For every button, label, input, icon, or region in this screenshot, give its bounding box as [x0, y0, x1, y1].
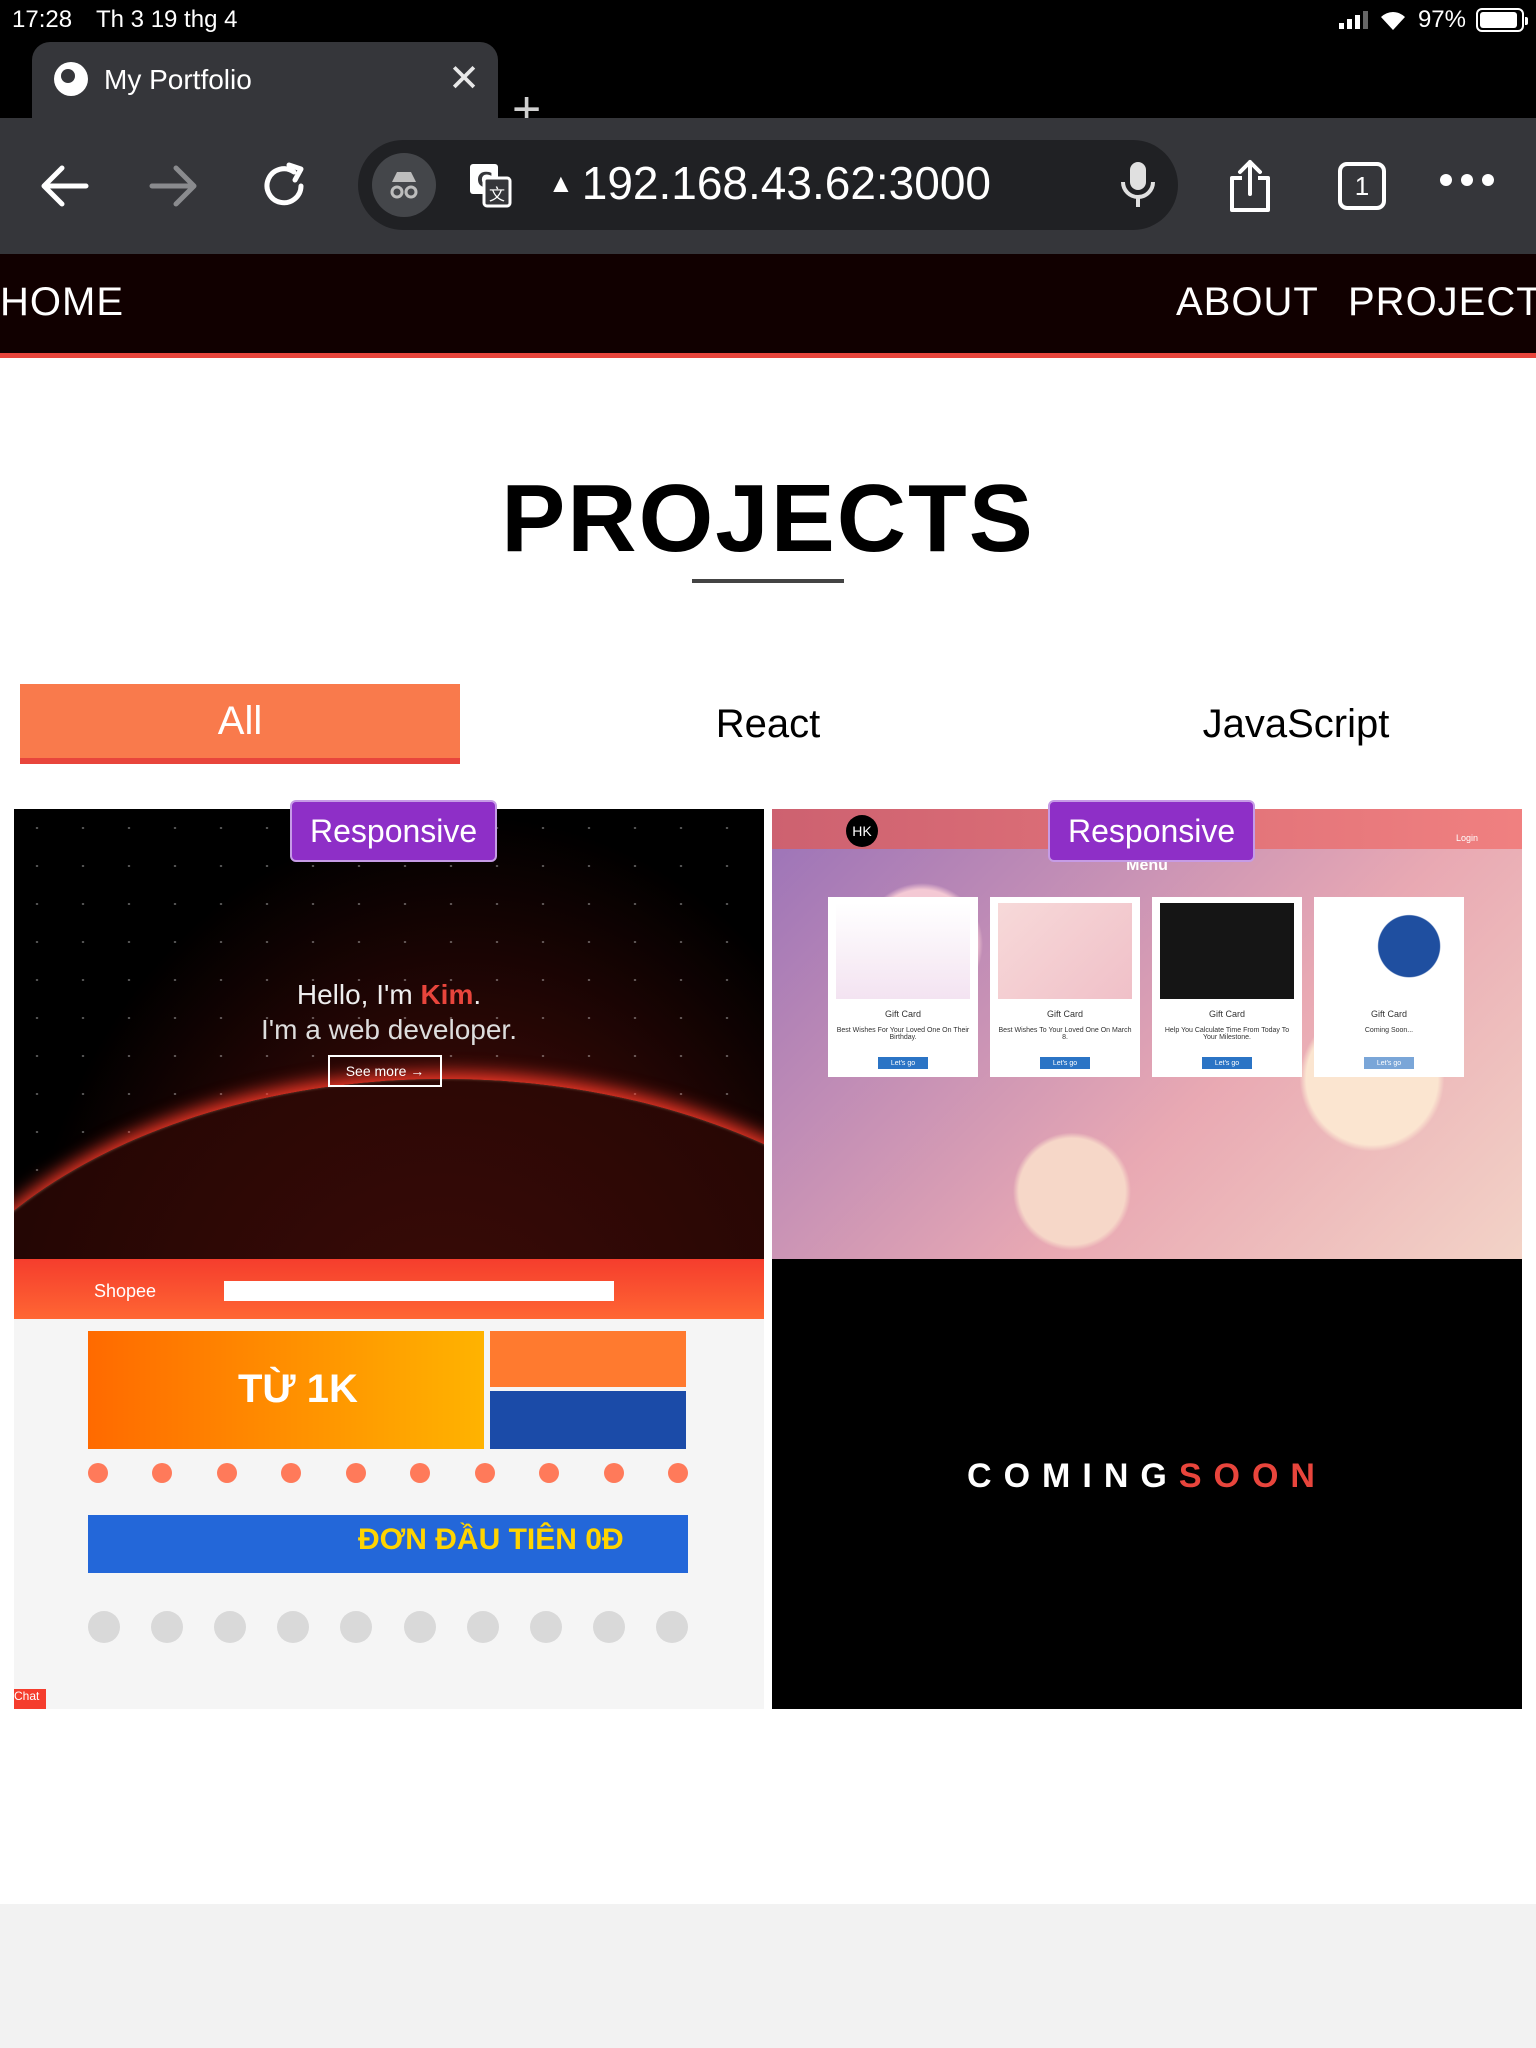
battery-icon	[1476, 8, 1528, 32]
translate-icon[interactable]: G文	[468, 162, 512, 208]
filter-all-button[interactable]: All	[20, 684, 460, 764]
more-menu-icon[interactable]	[1440, 174, 1494, 186]
nav-link-about[interactable]: ABOUT	[1176, 280, 1319, 325]
coming-soon-panel: COMINGSOON	[772, 1259, 1522, 1709]
gift-card-coming-soon: Gift Card Coming Soon... Let's go	[1314, 897, 1464, 1077]
shop-side-banner-bottom	[490, 1391, 686, 1449]
battery-percent: 97%	[1417, 6, 1466, 33]
coming-text: COMING	[967, 1457, 1179, 1495]
status-bar: 17:28 Th 3 19 thg 4 97%	[0, 0, 1536, 40]
gift-card-womens-day: Gift Card Best Wishes To Your Loved One …	[990, 897, 1140, 1077]
status-right: 97%	[1338, 6, 1528, 34]
hero-greeting: Hello, I'm Kim.	[296, 979, 482, 1010]
reload-button[interactable]	[252, 154, 316, 218]
gift-card-birthday: Gift Card Best Wishes For Your Loved One…	[828, 897, 978, 1077]
share-icon	[1230, 160, 1270, 212]
hero-subtitle: I'm a web developer.	[261, 1014, 517, 1045]
project-preview-giftcard: HK Login Menu Gift Card Best Wishes For …	[772, 809, 1522, 1259]
filter-javascript-button[interactable]: JavaScript	[1076, 684, 1516, 764]
microphone-icon[interactable]	[1118, 160, 1158, 210]
back-button[interactable]	[32, 154, 96, 218]
shop-side-banner-top	[490, 1331, 686, 1387]
shop-logo: Shopee	[94, 1281, 157, 1301]
gift-card-countdown: Gift Card Help You Calculate Time From T…	[1152, 897, 1302, 1077]
page-title: PROJECTS	[501, 465, 1035, 572]
shop-search-input	[224, 1281, 614, 1301]
countdown-timer-image	[1160, 903, 1294, 999]
incognito-icon[interactable]	[372, 153, 436, 217]
globe-icon	[54, 62, 88, 96]
status-time: 17:28	[12, 6, 73, 33]
title-underline	[692, 579, 844, 583]
shop-header: Shopee	[14, 1259, 764, 1319]
nav-link-home[interactable]: HOME	[0, 280, 124, 325]
question-mark-image	[1322, 903, 1456, 999]
close-tab-icon[interactable]: ✕	[448, 56, 480, 101]
share-button[interactable]	[1218, 154, 1282, 218]
womens-day-flowers-image	[998, 903, 1132, 999]
responsive-badge[interactable]: Responsive	[1048, 800, 1256, 862]
back-arrow-icon	[41, 165, 89, 207]
shop-quick-icons	[88, 1463, 688, 1483]
shop-category-icons	[88, 1611, 688, 1643]
url-display[interactable]: ▲ 192.168.43.62:3000	[548, 156, 991, 210]
forward-arrow-icon	[149, 165, 197, 207]
address-bar[interactable]: G文 ▲ 192.168.43.62:3000	[358, 140, 1178, 230]
project-preview-shopee: Shopee TỪ 1K ĐƠN ĐẦU TIÊN 0Đ Chat	[14, 1259, 764, 1709]
tab-switcher-button[interactable]: 1	[1338, 162, 1386, 210]
site-nav: HOME ABOUT PROJECTS	[0, 254, 1536, 358]
project-card-giftcard[interactable]: HK Login Menu Gift Card Best Wishes For …	[772, 809, 1522, 1709]
reload-icon	[264, 162, 304, 206]
url-text: 192.168.43.62:3000	[581, 157, 992, 209]
shop-chat-button: Chat	[14, 1689, 46, 1709]
tab-strip: My Portfolio ✕ +	[0, 40, 1536, 134]
not-secure-warning-icon[interactable]: ▲	[548, 168, 574, 199]
wifi-icon	[1380, 12, 1405, 31]
browser-toolbar: G文 ▲ 192.168.43.62:3000 1	[0, 118, 1536, 254]
project-card-portfolio[interactable]: Hello, I'm Kim. I'm a web developer. See…	[14, 809, 764, 1709]
birthday-cupcakes-image	[836, 903, 970, 999]
cellular-signal-icon	[1338, 11, 1368, 29]
tab-title: My Portfolio	[104, 64, 252, 95]
shop-main-banner: TỪ 1K	[88, 1331, 484, 1449]
nav-link-projects[interactable]: PROJECTS	[1348, 280, 1536, 325]
gift-logo: HK	[846, 815, 878, 847]
hero-see-more-button: See more →	[328, 1055, 442, 1087]
responsive-badge[interactable]: Responsive	[290, 800, 498, 862]
svg-text:文: 文	[489, 185, 505, 204]
project-preview-hero: Hello, I'm Kim. I'm a web developer. See…	[14, 809, 764, 1709]
status-date: Th 3 19 thg 4	[96, 6, 238, 33]
web-page: HOME ABOUT PROJECTS PROJECTS All React J…	[0, 254, 1536, 1904]
browser-tab[interactable]: My Portfolio ✕	[32, 42, 498, 118]
soon-text: SOON	[1178, 1457, 1327, 1495]
gift-login-link: Login	[1455, 833, 1478, 843]
forward-button[interactable]	[142, 154, 206, 218]
shop-promo-banner: ĐƠN ĐẦU TIÊN 0Đ	[88, 1515, 688, 1573]
filter-react-button[interactable]: React	[548, 684, 988, 764]
